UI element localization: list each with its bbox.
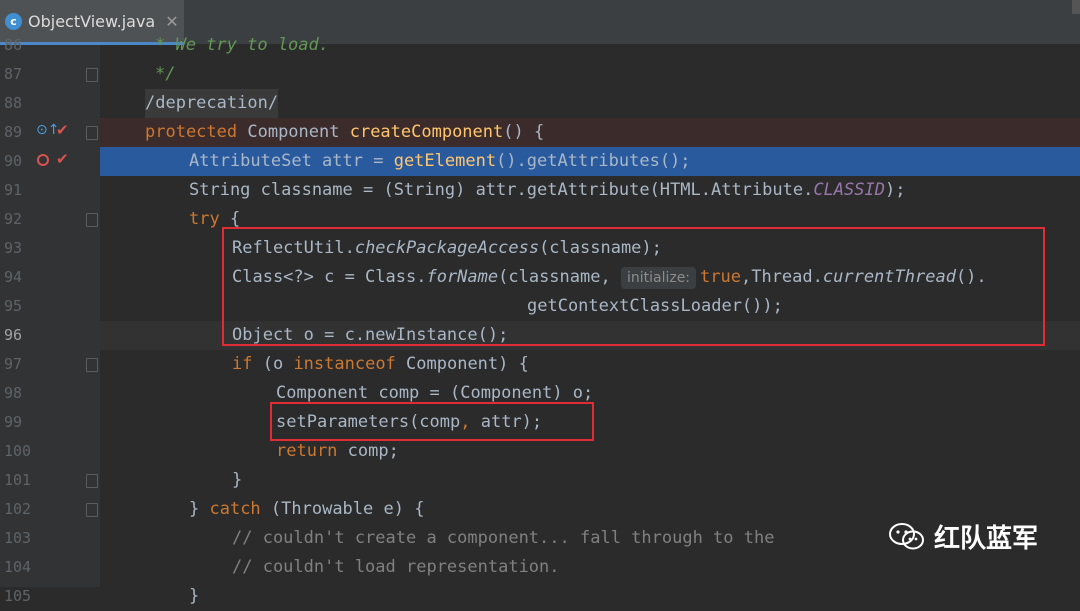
- code-line-97: 97 if (o instanceof Component) {: [0, 350, 1080, 379]
- tab-label: ObjectView.java: [28, 11, 156, 31]
- line-number: 90: [4, 152, 23, 170]
- code-line-87: 87 */: [0, 60, 1080, 89]
- line-number: 96: [4, 326, 23, 344]
- line-number: 104: [4, 558, 32, 576]
- line-number: 102: [4, 500, 32, 518]
- code-text: if (o instanceof Component) {: [232, 354, 529, 374]
- line-number: 94: [4, 268, 23, 286]
- comment-text: // couldn't load representation.: [232, 557, 560, 577]
- code-text: AttributeSet attr = getElement().getAttr…: [189, 151, 691, 171]
- code-line-89: 89 ⊙↑ ✔ protected Component createCompon…: [0, 118, 1080, 147]
- line-number: 95: [4, 297, 23, 315]
- line-number: 99: [4, 413, 23, 431]
- fold-marker-icon[interactable]: [86, 358, 98, 372]
- code-text: String classname = (String) attr.getAttr…: [189, 180, 906, 200]
- code-line-101: 101 }: [0, 466, 1080, 495]
- code-line-104: 104 // couldn't load representation.: [0, 553, 1080, 582]
- highlight-box-reflection: [222, 227, 1045, 346]
- watermark: 红队蓝军: [888, 518, 1038, 555]
- code-line-100: 100 return comp;: [0, 437, 1080, 466]
- java-class-icon: c: [5, 12, 22, 30]
- line-number: 101: [4, 471, 32, 489]
- scrollbar[interactable]: [1072, 0, 1080, 14]
- fold-marker-icon[interactable]: [86, 126, 98, 140]
- line-number: 88: [4, 94, 23, 112]
- fold-marker-icon[interactable]: [86, 68, 98, 82]
- line-number: 103: [4, 529, 32, 547]
- line-number: 97: [4, 355, 23, 373]
- breakpoint-check-icon[interactable]: ✔: [56, 121, 69, 139]
- code-text: }: [232, 470, 243, 490]
- wechat-icon: [889, 522, 924, 549]
- code-line-88: 88 /deprecation/: [0, 89, 1080, 118]
- line-number: 91: [4, 181, 23, 199]
- line-number: 92: [4, 210, 23, 228]
- code-text: protected Component createComponent() {: [145, 122, 545, 142]
- line-number: 86: [4, 36, 23, 54]
- code-line-105: 105 }: [0, 582, 1080, 611]
- code-editor[interactable]: 86 * We try to load. 87 */ 88 /deprecati…: [0, 35, 1080, 606]
- breakpoint-circle-icon[interactable]: [37, 154, 49, 166]
- comment-text: // couldn't create a component... fall t…: [232, 528, 775, 548]
- code-text: return comp;: [276, 441, 399, 461]
- line-number: 98: [4, 384, 23, 402]
- fold-marker-icon[interactable]: [86, 474, 98, 488]
- annotation-text: /deprecation/: [145, 89, 279, 118]
- line-number: 87: [4, 65, 23, 83]
- code-line-91: 91 String classname = (String) attr.getA…: [0, 176, 1080, 205]
- line-number: 89: [4, 123, 23, 141]
- close-icon[interactable]: ✕: [165, 12, 178, 31]
- code-text: * We try to load.: [155, 35, 329, 55]
- line-number: 93: [4, 239, 23, 257]
- code-text: } catch (Throwable e) {: [189, 499, 425, 519]
- code-line-86: 86 * We try to load.: [0, 31, 1080, 60]
- line-number: 105: [4, 587, 32, 605]
- breakpoint-check-icon[interactable]: ✔: [56, 150, 69, 168]
- code-text: */: [155, 64, 176, 84]
- code-text: }: [189, 586, 200, 606]
- highlight-box-setparameters: [270, 402, 594, 441]
- watermark-text: 红队蓝军: [934, 524, 1039, 554]
- fold-marker-icon[interactable]: [86, 503, 98, 517]
- code-line-90: 90 ✔ AttributeSet attr = getElement().ge…: [0, 147, 1080, 176]
- line-number: 100: [4, 442, 32, 460]
- fold-marker-icon[interactable]: [86, 213, 98, 227]
